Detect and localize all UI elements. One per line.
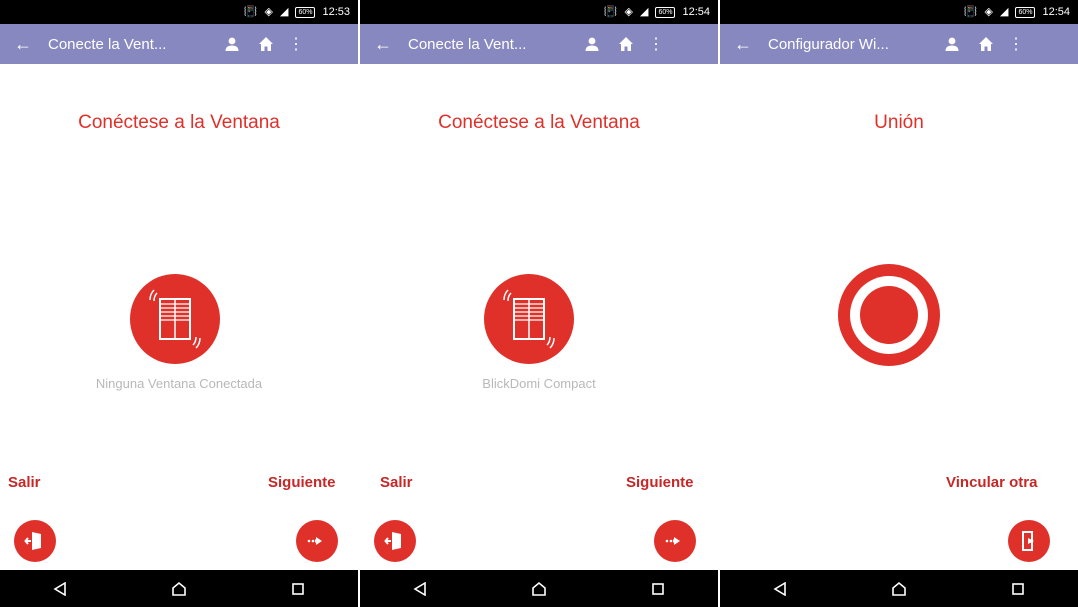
window-shutter-icon[interactable] [130,274,220,364]
window-shutter-icon[interactable] [484,274,574,364]
next-button[interactable] [296,520,338,562]
arrow-right-icon [307,537,322,545]
status-bar: 📳 ◈ ◢ 60% 12:54 [720,0,1078,24]
battery-indicator: 60% [655,6,676,18]
status-bar: 📳 ◈ ◢ 60% 12:53 [0,0,358,24]
connected-device-name: Ninguna Ventana Conectada [95,376,263,391]
home-icon[interactable] [252,36,280,52]
toolbar-title: Conecte la Vent... [48,35,167,53]
nav-home-icon[interactable] [519,581,559,597]
person-icon[interactable] [218,36,246,52]
nav-back-icon[interactable] [760,581,800,596]
next-label: Siguiente [626,474,694,491]
nav-back-icon[interactable] [400,581,440,596]
person-icon[interactable] [938,36,966,52]
exit-button[interactable] [14,520,56,562]
app-toolbar: ← Conecte la Vent... ⋮ [0,24,358,64]
exit-label: Salir [8,474,41,491]
connected-device-name: BlickDomi Compact [482,376,596,391]
status-time: 12:54 [1042,6,1070,18]
home-icon[interactable] [612,36,640,52]
next-label: Siguiente [268,474,336,491]
signal-icon: ◢ [639,5,649,18]
wifi-icon: ◈ [984,5,993,18]
page-heading: Conéctese a la Ventana [78,112,280,133]
page-heading: Unión [874,112,924,133]
system-nav-bar [0,570,358,607]
more-vert-icon[interactable]: ⋮ [286,34,306,54]
union-ring-inner [850,276,928,354]
nav-recents-icon[interactable] [998,582,1038,596]
nav-back-icon[interactable] [40,581,80,596]
phone-screen-2: 📳 ◈ ◢ 60% 12:54 ← Conecte la Vent... ⋮ C… [360,0,718,607]
nav-home-icon[interactable] [159,581,199,597]
home-icon[interactable] [972,36,1000,52]
toolbar-title: Configurador Wi... [768,35,889,53]
nav-home-icon[interactable] [879,581,919,597]
arrow-left-icon[interactable]: ← [734,35,754,53]
system-nav-bar [360,570,718,607]
vibrate-icon: 📳 [603,5,618,18]
page-heading: Conéctese a la Ventana [438,112,640,133]
exit-door-icon [384,532,401,550]
nav-recents-icon[interactable] [638,582,678,596]
door-link-icon [1022,531,1034,551]
next-button[interactable] [654,520,696,562]
link-other-label: Vincular otra [946,474,1038,491]
signal-icon: ◢ [999,5,1009,18]
union-core [860,286,918,344]
wifi-icon: ◈ [264,5,273,18]
exit-button[interactable] [374,520,416,562]
more-vert-icon[interactable]: ⋮ [646,34,666,54]
app-toolbar: ← Conecte la Vent... ⋮ [360,24,718,64]
battery-indicator: 60% [1015,6,1036,18]
signal-icon: ◢ [279,5,289,18]
app-toolbar: ← Configurador Wi... ⋮ [720,24,1078,64]
arrow-right-icon [665,537,680,545]
more-vert-icon[interactable]: ⋮ [1006,34,1026,54]
link-other-button[interactable] [1008,520,1050,562]
arrow-left-icon[interactable]: ← [14,35,34,53]
wifi-icon: ◈ [624,5,633,18]
status-bar: 📳 ◈ ◢ 60% 12:54 [360,0,718,24]
nav-recents-icon[interactable] [278,582,318,596]
system-nav-bar [720,570,1078,607]
phone-screen-1: 📳 ◈ ◢ 60% 12:53 ← Conecte la Vent... ⋮ C… [0,0,358,607]
phone-screen-3: 📳 ◈ ◢ 60% 12:54 ← Configurador Wi... ⋮ U… [720,0,1078,607]
status-time: 12:54 [682,6,710,18]
vibrate-icon: 📳 [963,5,978,18]
toolbar-title: Conecte la Vent... [408,35,527,53]
arrow-left-icon[interactable]: ← [374,35,394,53]
vibrate-icon: 📳 [243,5,258,18]
record-target-icon[interactable] [838,264,940,366]
person-icon[interactable] [578,36,606,52]
battery-indicator: 60% [295,6,316,18]
status-time: 12:53 [322,6,350,18]
exit-door-icon [24,532,41,550]
exit-label: Salir [380,474,413,491]
